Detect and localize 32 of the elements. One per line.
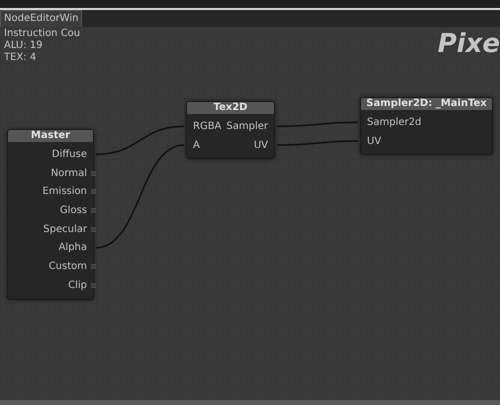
node-title: Master xyxy=(8,130,93,142)
port-label: RGBA xyxy=(193,120,222,134)
node-title: Tex2D xyxy=(187,102,274,114)
port-label: UV xyxy=(367,134,382,149)
port-icon[interactable] xyxy=(91,208,96,213)
stat-text: TEX: 4 xyxy=(3,52,36,64)
stat-text: Instruction Cou xyxy=(3,28,80,40)
port-label: Diffuse xyxy=(52,148,87,162)
port-label: Normal xyxy=(50,166,87,181)
port-label: Gloss xyxy=(60,204,87,218)
editor-tab[interactable]: NodeEditorWin xyxy=(0,10,82,27)
port-label: Emission xyxy=(42,185,87,200)
node-panel[interactable]: Master Diffuse Normal Emission Gloss Specular Alpha Custom Clip xyxy=(7,129,94,300)
port-icon[interactable] xyxy=(91,226,96,232)
node-panel[interactable]: Tex2D RGBA Sampler A UV xyxy=(186,101,275,160)
port-icon[interactable] xyxy=(91,170,96,176)
port-label: Clip xyxy=(68,278,87,293)
node-panel[interactable]: Sampler2D: _MainTex Sampler2d UV xyxy=(360,97,493,156)
port-label: Specular xyxy=(43,222,87,237)
stat-text: ALU: 19 xyxy=(3,40,43,52)
port-icon[interactable] xyxy=(91,264,96,269)
port-label: Sampler xyxy=(226,120,268,134)
port-icon[interactable] xyxy=(91,189,96,194)
port-label: Sampler2d xyxy=(367,116,422,130)
port-label: Alpha xyxy=(58,241,87,256)
port-label: Custom xyxy=(48,260,87,274)
port-label: UV xyxy=(254,138,268,153)
node-canvas[interactable]: Instruction Cou ALU: 19 TEX: 4 Pixe Master Diffuse Normal Emission Gloss Specular Alpha Custom Clip Tex2D RGBA Sampler A UV Sampler2D: _MainTex Sampler2d UV xyxy=(0,27,500,400)
port-icon[interactable] xyxy=(91,282,96,288)
node-title: Sampler2D: _MainTex xyxy=(361,98,492,110)
title-text: Pixe xyxy=(438,29,500,59)
port-label: A xyxy=(193,138,200,153)
